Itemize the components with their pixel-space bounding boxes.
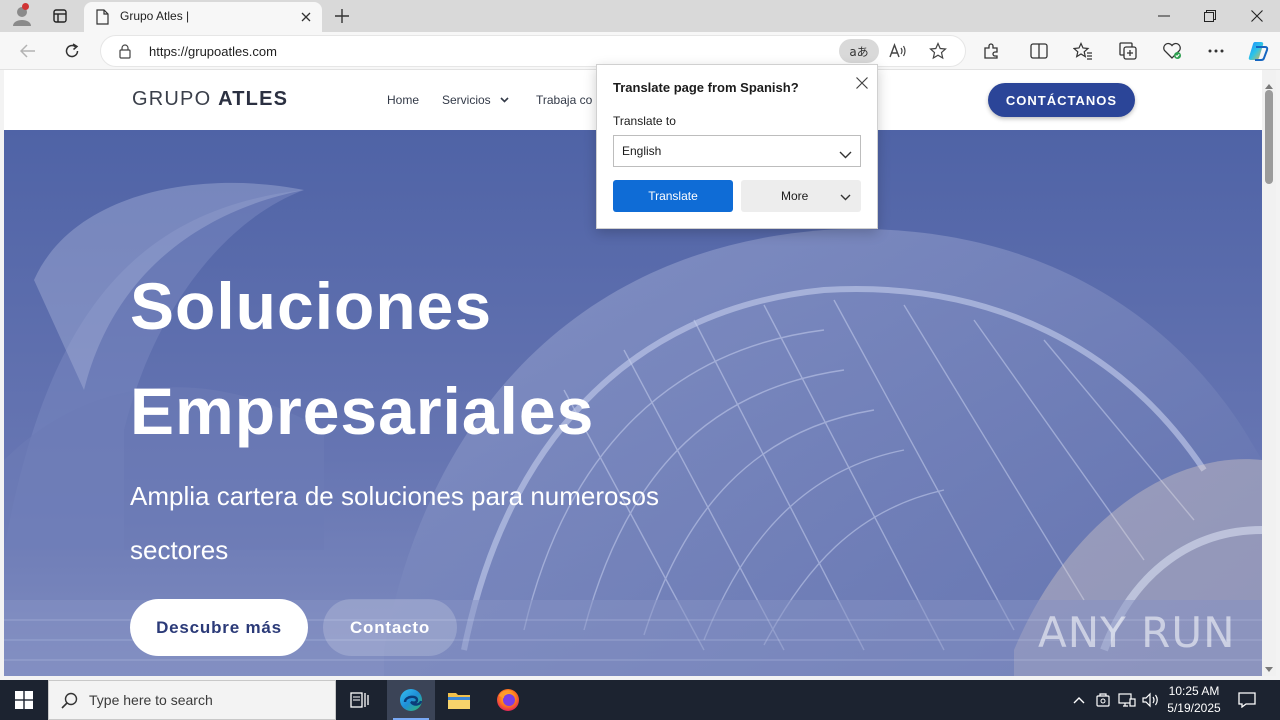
favorite-star-icon[interactable]: [925, 39, 951, 63]
extensions-icon[interactable]: [977, 37, 1005, 65]
translate-to-label: Translate to: [613, 114, 676, 128]
security-tray-icon[interactable]: [1093, 690, 1113, 710]
profile-status-dot: [22, 3, 29, 10]
translate-icon[interactable]: aあ: [839, 39, 879, 63]
hero-title-line1: Soluciones: [130, 269, 493, 343]
tab-title: Grupo Atles |: [120, 9, 190, 23]
tab-actions-icon[interactable]: [46, 3, 74, 29]
search-icon: [61, 692, 78, 713]
selected-language: English: [622, 144, 662, 158]
chevron-down-icon: [500, 97, 509, 103]
nav-servicios-label: Servicios: [442, 93, 491, 107]
nav-servicios[interactable]: Servicios: [442, 93, 509, 107]
logo-text-atles: ATLES: [218, 88, 289, 110]
taskbar-clock[interactable]: 10:25 AM 5/19/2025: [1164, 683, 1224, 717]
anyrun-watermark: ANY RUN: [1038, 608, 1236, 657]
read-aloud-icon[interactable]: [885, 39, 911, 63]
notification-icon[interactable]: [1236, 689, 1258, 711]
contact-cta-button[interactable]: CONTÁCTANOS: [988, 83, 1135, 117]
chevron-down-icon: [839, 144, 852, 163]
firefox-icon[interactable]: [484, 680, 532, 720]
copilot-icon[interactable]: [1244, 37, 1272, 65]
chevron-down-icon: [840, 190, 851, 204]
close-icon[interactable]: [852, 73, 872, 93]
page-icon: [96, 9, 109, 29]
more-icon[interactable]: [1202, 37, 1230, 65]
logo-text-grupo: GRUPO: [132, 88, 219, 110]
windows-start-icon[interactable]: [0, 680, 48, 720]
browser-essentials-icon[interactable]: [1158, 37, 1186, 65]
translate-popup-title: Translate page from Spanish?: [613, 80, 799, 95]
network-icon[interactable]: [1117, 690, 1137, 710]
lock-icon[interactable]: [119, 44, 131, 63]
target-language-select[interactable]: English: [613, 135, 861, 167]
close-tab-icon[interactable]: [296, 7, 316, 27]
nav-trabaja[interactable]: Trabaja co: [536, 93, 592, 107]
minimize-icon[interactable]: [1150, 4, 1178, 28]
descubre-mas-button[interactable]: Descubre más: [130, 599, 308, 656]
back-icon[interactable]: [14, 37, 42, 65]
site-logo[interactable]: GRUPO ATLES: [132, 88, 288, 111]
window-close-icon[interactable]: [1243, 4, 1271, 28]
scroll-down-icon[interactable]: [1265, 658, 1273, 677]
collections-icon[interactable]: [1114, 37, 1142, 65]
nav-home[interactable]: Home: [387, 93, 419, 107]
split-screen-icon[interactable]: [1025, 37, 1053, 65]
task-view-icon[interactable]: [336, 680, 384, 720]
clock-date: 5/19/2025: [1167, 701, 1221, 715]
taskbar-search-box[interactable]: Type here to search: [48, 680, 336, 720]
hero-title-line2: Empresariales: [130, 374, 595, 448]
translate-popup: Translate page from Spanish? Translate t…: [596, 64, 878, 229]
active-tab[interactable]: Grupo Atles |: [84, 2, 322, 32]
windows-taskbar: Type here to search 10:25 AM 5/19/2025: [0, 680, 1280, 720]
more-options-label: More: [781, 189, 809, 203]
url-text[interactable]: https://grupoatles.com: [149, 44, 277, 59]
tab-bar: Grupo Atles |: [0, 0, 1280, 32]
restore-icon[interactable]: [1196, 4, 1224, 28]
edge-taskbar-icon[interactable]: [387, 680, 435, 720]
refresh-icon[interactable]: [58, 37, 86, 65]
volume-icon[interactable]: [1141, 690, 1161, 710]
hero-subtitle-line2: sectores: [130, 535, 229, 565]
translate-button[interactable]: Translate: [613, 180, 733, 212]
favorites-icon[interactable]: [1069, 37, 1097, 65]
new-tab-icon[interactable]: [330, 4, 354, 28]
page-scrollbar[interactable]: [1262, 70, 1276, 676]
clock-time: 10:25 AM: [1168, 684, 1220, 698]
chevron-up-icon[interactable]: [1069, 690, 1089, 710]
file-explorer-icon[interactable]: [435, 680, 483, 720]
address-bar[interactable]: https://grupoatles.com aあ: [100, 35, 966, 67]
search-placeholder: Type here to search: [89, 692, 213, 708]
scrollbar-thumb[interactable]: [1265, 90, 1273, 184]
hero-subtitle-line1: Amplia cartera de soluciones para numero…: [130, 481, 659, 511]
more-options-button[interactable]: More: [741, 180, 861, 212]
contacto-button[interactable]: Contacto: [323, 599, 457, 656]
